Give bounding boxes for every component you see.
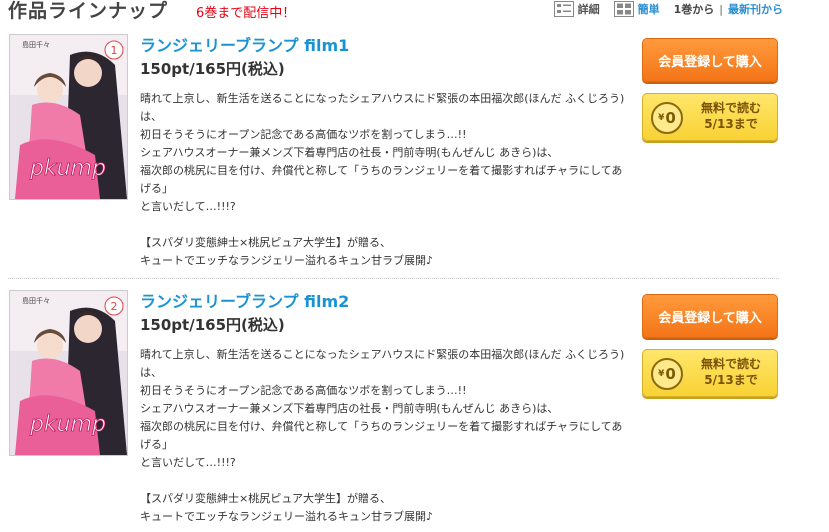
free-read-text: 無料で読む 5/13まで [683,356,779,388]
desc-line: キュートでエッチなランジェリー溢れるキュン甘ラブ展開♪ [140,510,434,523]
desc-line: と言いだして…!!!? [140,200,236,213]
item-price: 150pt/165円(税込) [140,316,285,334]
register-buy-button[interactable]: 会員登録して購入 [642,294,778,338]
svg-text:pkump: pkump [29,412,106,437]
item-title[interactable]: ランジェリーブランプ film1 [140,32,349,56]
order-first-option[interactable]: 1巻から [674,3,715,16]
item-description: 晴れて上京し、新生活を送ることになったシェアハウスにド緊張の本田福次郎(ほんだ … [140,346,626,526]
item-price: 150pt/165円(税込) [140,60,285,78]
desc-blank-line [140,472,626,490]
lineup-item: 島田千々 2 pkump ランジェリーブランプ film2 150pt/165円… [8,288,779,532]
lineup-header: 作品ラインナップ 6巻まで配信中！ 詳細 簡単 1巻から | 最新刊から [8,0,783,22]
free-read-label: 無料で読む [700,357,761,371]
desc-line: キュートでエッチなランジェリー溢れるキュン甘ラブ展開♪ [140,254,434,267]
cover-art: 島田千々 1 pkump [10,35,127,199]
order-separator: | [719,3,723,16]
yen-value: 0 [665,365,676,383]
yen-coin-icon: ¥0 [651,358,683,390]
desc-line: 初日そうそうにオープン記念である高価なツボを割ってしまう…!! [140,128,467,141]
cover-art: 島田千々 2 pkump [10,291,127,455]
sort-order: 1巻から | 最新刊から [674,1,783,17]
free-read-label: 無料で読む [700,101,761,115]
desc-line: 晴れて上京し、新生活を送ることになったシェアハウスにド緊張の本田福次郎(ほんだ … [140,348,625,379]
svg-text:pkump: pkump [29,156,106,181]
desc-line: 福次郎の桃尻に目を付け、弁償代と称して「うちのランジェリーを着て撮影すればチャラ… [140,420,623,451]
desc-line: 晴れて上京し、新生活を送ることになったシェアハウスにド緊張の本田福次郎(ほんだ … [140,92,625,123]
grid-simple-icon [613,1,634,17]
cover-image[interactable]: 島田千々 2 pkump [9,290,128,456]
free-read-button[interactable]: ¥0 無料で読む 5/13まで [642,349,778,397]
view-detail-label: 詳細 [577,3,600,16]
release-notice: 6巻まで配信中！ [196,6,296,21]
item-title[interactable]: ランジェリーブランプ film2 [140,288,349,312]
view-options: 詳細 簡単 1巻から | 最新刊から [553,0,783,18]
section-title: 作品ラインナップ [8,0,169,22]
cover-volume: 2 [111,300,118,313]
yen-value: 0 [665,109,676,127]
cover-volume: 1 [111,44,118,57]
cover-image[interactable]: 島田千々 1 pkump [9,34,128,200]
cover-author: 島田千々 [22,40,50,49]
free-read-button[interactable]: ¥0 無料で読む 5/13まで [642,93,778,141]
desc-line: と言いだして…!!!? [140,456,236,469]
desc-line: シェアハウスオーナー兼メンズ下着専門店の社長・門前寺明(もんぜんじ あきら)は、 [140,402,559,415]
cover-author: 島田千々 [22,296,50,305]
view-simple-label: 簡単 [637,3,660,16]
yen-symbol: ¥ [658,369,665,379]
yen-symbol: ¥ [658,113,665,123]
list-detail-icon [553,1,574,17]
desc-line: シェアハウスオーナー兼メンズ下着専門店の社長・門前寺明(もんぜんじ あきら)は、 [140,146,559,159]
view-detail-toggle[interactable]: 詳細 [553,1,600,17]
item-description: 晴れて上京し、新生活を送ることになったシェアハウスにド緊張の本田福次郎(ほんだ … [140,90,626,270]
desc-line: 【スパダリ変態紳士×桃尻ピュア大学生】が贈る、 [140,492,391,505]
view-simple-toggle[interactable]: 簡単 [613,1,660,17]
register-buy-button[interactable]: 会員登録して購入 [642,38,778,82]
desc-line: 初日そうそうにオープン記念である高価なツボを割ってしまう…!! [140,384,467,397]
yen-coin-icon: ¥0 [651,102,683,134]
lineup-item: 島田千々 1 pkump ランジェリーブランプ film1 150pt/165円… [8,32,779,279]
desc-blank-line [140,216,626,234]
desc-line: 【スパダリ変態紳士×桃尻ピュア大学生】が贈る、 [140,236,391,249]
free-read-deadline: 5/13まで [704,117,758,131]
desc-line: 福次郎の桃尻に目を付け、弁償代と称して「うちのランジェリーを着て撮影すればチャラ… [140,164,623,195]
order-latest-option[interactable]: 最新刊から [728,3,783,16]
free-read-text: 無料で読む 5/13まで [683,100,779,132]
free-read-deadline: 5/13まで [704,373,758,387]
